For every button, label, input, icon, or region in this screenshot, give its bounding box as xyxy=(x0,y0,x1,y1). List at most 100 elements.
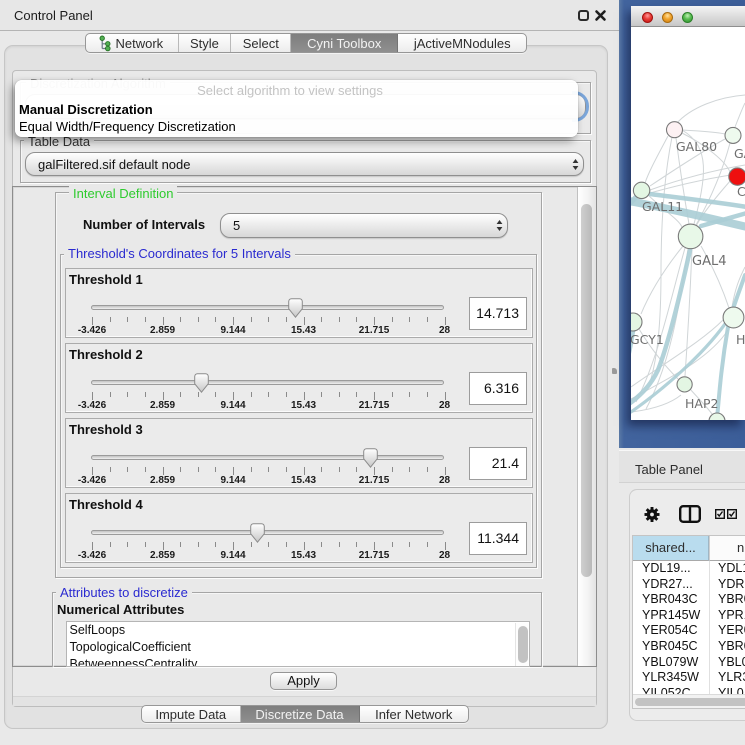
slider-thumb[interactable] xyxy=(288,298,303,318)
threshold-value-field[interactable]: 14.713 xyxy=(469,297,527,330)
minimize-traffic-light[interactable] xyxy=(662,12,673,23)
attribute-list-item[interactable]: BetweennessCentrality xyxy=(67,656,529,667)
horizontal-scrollbar-thumb[interactable] xyxy=(635,698,745,707)
column-header[interactable]: n... xyxy=(709,536,745,561)
slider-thumb[interactable] xyxy=(194,373,209,393)
checkbox-icon[interactable] xyxy=(727,509,737,519)
tab-select[interactable]: Select xyxy=(231,34,291,52)
cell-shared-name: YBR045C xyxy=(633,639,709,655)
close-icon[interactable] xyxy=(595,10,606,21)
node-label: C xyxy=(737,184,745,199)
slider-track[interactable] xyxy=(91,530,444,535)
node-label: GCY1 xyxy=(631,332,664,347)
cell-name: YBL0 xyxy=(709,655,745,671)
panel-title: Control Panel xyxy=(14,8,93,23)
network-node[interactable] xyxy=(667,122,683,138)
table-panel-container: shared...n... YDL19...YDL1YDR27...YDR2YB… xyxy=(629,489,745,721)
slider-thumb[interactable] xyxy=(363,448,378,468)
tab-style[interactable]: Style xyxy=(179,34,232,52)
threshold-value-field[interactable]: 11.344 xyxy=(469,522,527,555)
tick-label: -3.426 xyxy=(78,550,106,561)
tick-label: 9.144 xyxy=(220,400,245,411)
num-intervals-combobox[interactable]: 5 xyxy=(220,213,508,238)
network-node[interactable] xyxy=(678,224,703,249)
num-intervals-value: 5 xyxy=(221,218,492,233)
zoom-traffic-light[interactable] xyxy=(682,12,693,23)
network-window-titlebar xyxy=(631,6,745,27)
network-icon xyxy=(99,35,111,51)
network-node[interactable] xyxy=(729,168,745,185)
splitter-handle[interactable] xyxy=(612,368,617,374)
tab-discretize-data[interactable]: Discretize Data xyxy=(241,706,360,722)
slider-thumb[interactable] xyxy=(250,523,265,543)
interval-group-title: Interval Definition xyxy=(69,186,177,201)
tick-label: 9.144 xyxy=(220,550,245,561)
threshold-block: Threshold 3-3.4262.8599.14415.4321.71528… xyxy=(65,418,533,488)
table-row[interactable]: YDR27...YDR2 xyxy=(633,577,745,593)
network-node[interactable] xyxy=(723,307,744,328)
gear-icon[interactable] xyxy=(644,506,660,523)
tab-network[interactable]: Network xyxy=(86,34,179,52)
horizontal-scrollbar[interactable] xyxy=(633,694,745,708)
table-row[interactable]: YDL19...YDL1 xyxy=(633,561,745,577)
table-row[interactable]: YBL079WYBL0 xyxy=(633,655,745,671)
cell-name: YER0 xyxy=(709,623,745,639)
checkbox-icon[interactable] xyxy=(715,509,725,519)
tab-cyni-toolbox[interactable]: Cyni Toolbox xyxy=(291,34,398,52)
tick-label: 28 xyxy=(439,550,450,561)
threshold-value-field[interactable]: 6.316 xyxy=(469,372,527,405)
float-window-icon[interactable] xyxy=(578,10,589,21)
network-node[interactable] xyxy=(631,313,642,331)
thresholds-group-title: Threshold's Coordinates for 5 Intervals xyxy=(64,246,295,261)
table-row[interactable]: YER054CYER0 xyxy=(633,623,745,639)
application: Control Panel NetworkStyleSelectCyni Too… xyxy=(0,0,745,745)
slider-track[interactable] xyxy=(91,305,444,310)
network-canvas[interactable]: GAL80GACGAL11GAL4GCY1HHAP2 xyxy=(631,27,745,420)
vertical-scrollbar[interactable] xyxy=(577,187,596,666)
slider-track[interactable] xyxy=(91,380,444,385)
cell-name: YPR1 xyxy=(709,608,745,624)
attributes-scrollbar[interactable] xyxy=(515,623,528,666)
tick-label: -3.426 xyxy=(78,325,106,336)
tab-infer-network[interactable]: Infer Network xyxy=(360,706,469,722)
table-data-combobox[interactable]: galFiltered.sif default node xyxy=(25,152,584,176)
table-row[interactable]: YBR043CYBR0 xyxy=(633,592,745,608)
column-header[interactable]: shared... xyxy=(633,536,709,561)
table-row[interactable]: YLR345WYLR3 xyxy=(633,670,745,686)
vertical-scrollbar-thumb[interactable] xyxy=(581,204,592,577)
attribute-list-item[interactable]: SelfLoops xyxy=(67,622,529,639)
node-label: GAL80 xyxy=(676,139,717,154)
cell-name: YDL1 xyxy=(709,561,745,577)
slider-track[interactable] xyxy=(91,455,444,460)
attribute-list-item[interactable]: TopologicalCoefficient xyxy=(67,639,529,656)
network-node[interactable] xyxy=(725,127,741,143)
popup-option[interactable]: Manual Discretization xyxy=(19,102,153,117)
tick-label: 9.144 xyxy=(220,325,245,336)
cell-shared-name: YPR145W xyxy=(633,608,709,624)
node-label: HAP2 xyxy=(685,396,718,411)
table-toolbar xyxy=(630,490,745,535)
tab-jactivemnodules[interactable]: jActiveMNodules xyxy=(398,34,526,52)
table-panel-title: Table Panel xyxy=(635,462,703,477)
tick-label: 28 xyxy=(439,400,450,411)
cell-name: YBR0 xyxy=(709,639,745,655)
popup-option[interactable]: Equal Width/Frequency Discretization xyxy=(19,119,236,134)
threshold-value-field[interactable]: 21.4 xyxy=(469,447,527,480)
bottom-tab-bar: Impute DataDiscretize DataInfer Network xyxy=(141,705,469,723)
table-row[interactable]: YPR145WYPR1 xyxy=(633,608,745,624)
tick-label: 28 xyxy=(439,475,450,486)
network-node[interactable] xyxy=(709,413,725,420)
network-node[interactable] xyxy=(633,182,649,198)
table-row[interactable]: YBR045CYBR0 xyxy=(633,639,745,655)
network-node[interactable] xyxy=(677,377,692,392)
apply-button[interactable]: Apply xyxy=(270,672,337,690)
attributes-scrollbar-thumb[interactable] xyxy=(518,626,528,663)
network-window: GAL80GACGAL11GAL4GCY1HHAP2 xyxy=(631,6,745,420)
columns-icon[interactable] xyxy=(679,505,701,523)
threshold-label: Threshold 3 xyxy=(69,422,143,437)
close-traffic-light[interactable] xyxy=(642,12,653,23)
node-table[interactable]: shared...n... YDL19...YDL1YDR27...YDR2YB… xyxy=(632,535,745,709)
attributes-list[interactable]: SelfLoopsTopologicalCoefficientBetweenne… xyxy=(66,621,530,667)
node-label: GA xyxy=(734,146,745,161)
tab-impute-data[interactable]: Impute Data xyxy=(142,706,241,722)
